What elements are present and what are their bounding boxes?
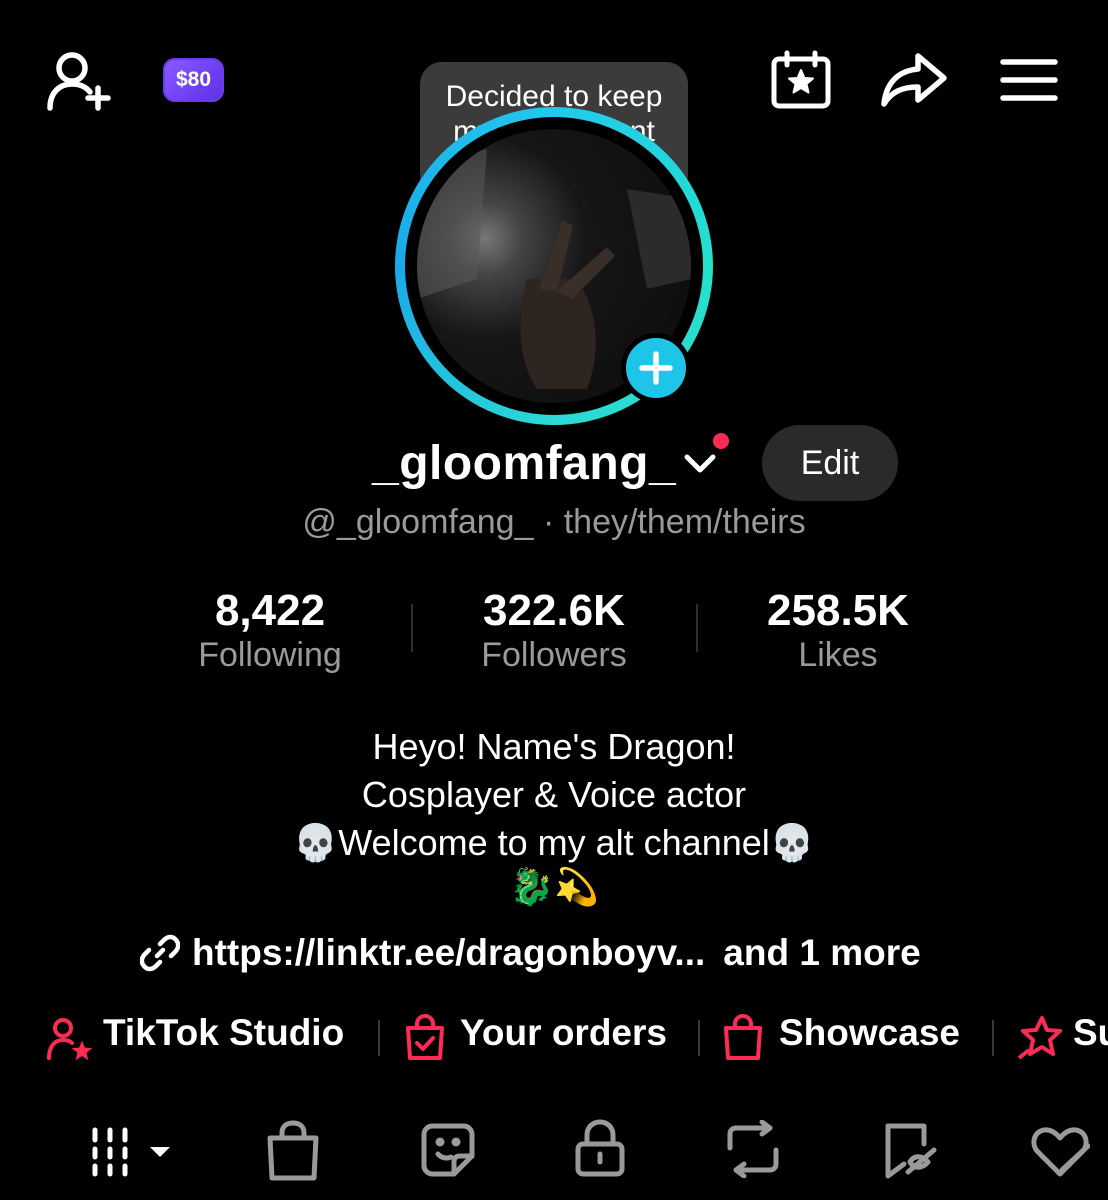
reposts-icon[interactable] [722, 1120, 784, 1178]
notification-dot [710, 430, 732, 452]
showcase-bag-icon [722, 1014, 764, 1062]
add-friend-icon[interactable] [46, 50, 114, 112]
chevron-down-icon[interactable] [683, 452, 717, 476]
liked-heart-icon[interactable] [1030, 1126, 1090, 1178]
shortcut-divider [992, 1020, 994, 1056]
favorites-bookmark-icon[interactable] [884, 1122, 940, 1180]
followers-label: Followers [481, 636, 627, 674]
coins-badge[interactable]: $80 [163, 58, 224, 102]
likes-label: Likes [798, 636, 878, 674]
share-arrow-icon[interactable] [880, 52, 948, 108]
followers-count: 322.6K [483, 586, 625, 635]
add-story-button[interactable] [621, 333, 691, 403]
subscription-star-icon [1016, 1014, 1064, 1062]
videos-grid-icon[interactable] [90, 1126, 176, 1178]
calendar-star-icon[interactable] [770, 50, 832, 110]
shortcut-divider [378, 1020, 380, 1056]
studio-person-star-icon [46, 1016, 94, 1062]
username[interactable]: _gloomfang_ [372, 436, 676, 491]
shortcut-showcase[interactable]: Showcase [779, 1012, 960, 1054]
stat-likes[interactable]: 258.5K Likes [688, 586, 988, 675]
shortcut-subscription[interactable]: Su [1073, 1012, 1108, 1054]
following-label: Following [198, 636, 342, 674]
handle-pronouns: @_gloomfang_ · they/them/theirs [302, 503, 806, 541]
bio-line: 💀Welcome to my alt channel💀 [293, 822, 815, 863]
bio-line: 🐉💫 [509, 866, 599, 907]
bio-link[interactable]: https://linktr.ee/dragonboyv... and 1 mo… [140, 932, 921, 974]
stat-followers[interactable]: 322.6K Followers [404, 586, 704, 675]
shortcut-your-orders[interactable]: Your orders [460, 1012, 667, 1054]
shortcut-tiktok-studio[interactable]: TikTok Studio [103, 1012, 344, 1054]
shortcuts-row: TikTok Studio Your orders Showcase Su [0, 1012, 1108, 1066]
edit-profile-button[interactable]: Edit [762, 425, 898, 501]
stickers-icon[interactable] [420, 1122, 476, 1178]
private-lock-icon[interactable] [574, 1118, 626, 1178]
bio-line: Heyo! Name's Dragon! [372, 726, 736, 767]
bio-line: Cosplayer & Voice actor [361, 774, 747, 815]
stat-following[interactable]: 8,422 Following [120, 586, 420, 675]
orders-bag-icon [404, 1014, 446, 1062]
menu-icon[interactable] [1000, 58, 1058, 102]
following-count: 8,422 [214, 586, 326, 635]
shortcut-divider [698, 1020, 700, 1056]
shop-bag-icon[interactable] [266, 1120, 320, 1182]
bio-link-more[interactable]: and 1 more [723, 932, 920, 974]
likes-count: 258.5K [767, 586, 909, 635]
bio-link-url[interactable]: https://linktr.ee/dragonboyv... [192, 932, 705, 974]
link-icon [140, 933, 180, 973]
plus-icon [639, 351, 673, 385]
